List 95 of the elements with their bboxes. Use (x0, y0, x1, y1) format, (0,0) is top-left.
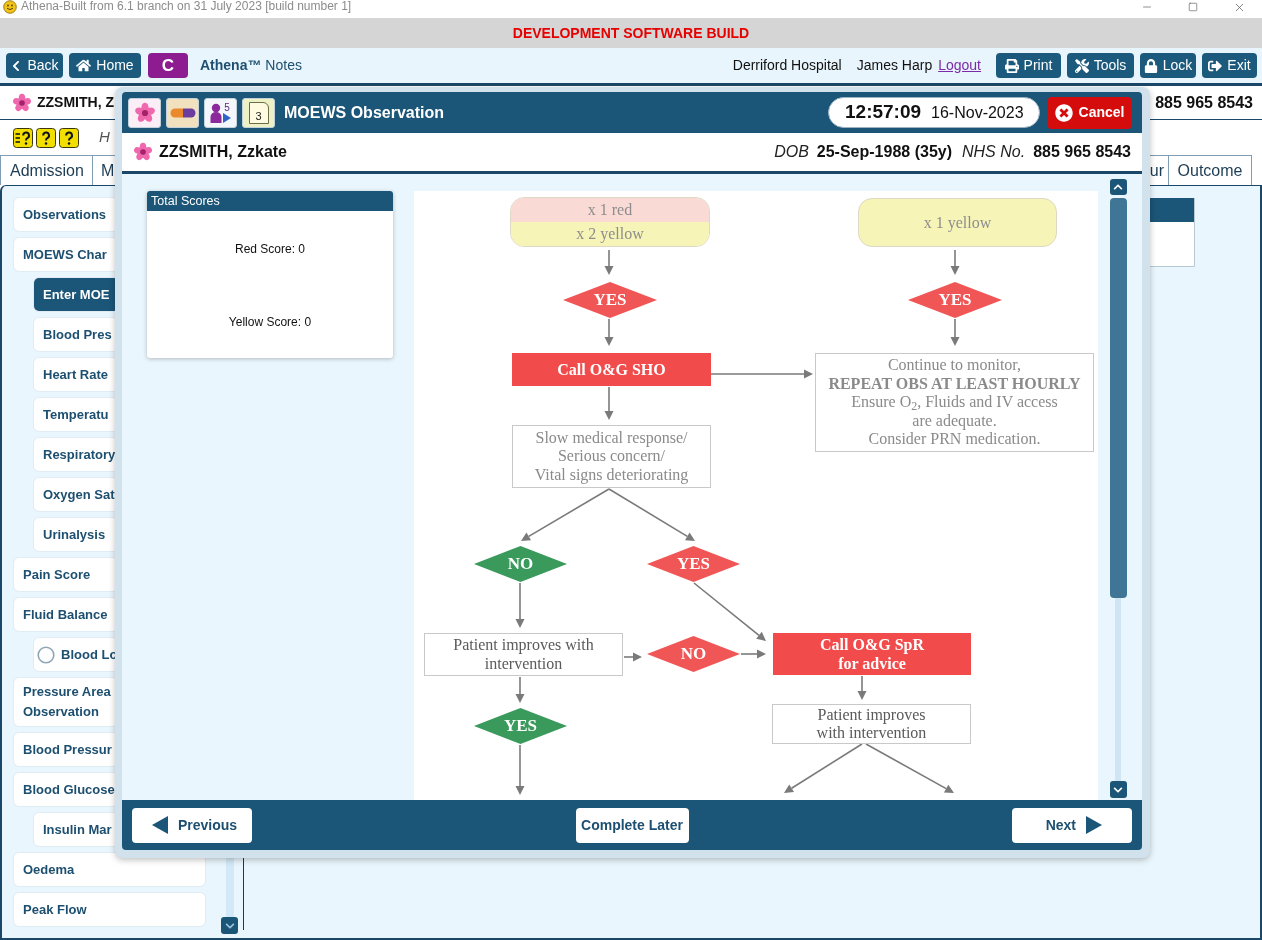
maximize-icon (1188, 2, 1198, 12)
sidebar-item[interactable]: Blood Pressur (14, 733, 118, 766)
condition-segment: x 1 red (511, 198, 709, 222)
dialog-title: MOEWS Observation (284, 102, 445, 123)
exit-icon (1208, 58, 1223, 73)
flower-icon (12, 92, 32, 113)
print-button[interactable]: Print (996, 53, 1061, 78)
flower-button[interactable] (128, 97, 161, 128)
printer-icon (1004, 58, 1019, 73)
action-box: Call O&G SHO (512, 353, 711, 386)
time-text: 12:57:09 (845, 100, 922, 125)
complete-later-button[interactable]: Complete Later (575, 807, 689, 843)
hospital-name: Derriford Hospital (732, 56, 842, 75)
patient-name: ZZSMITH, Zzkate (159, 142, 287, 162)
action-box: Call O&G SpR for advice (773, 633, 971, 675)
list-help-icon[interactable] (13, 127, 33, 148)
condition-segment: x 2 yellow (511, 222, 709, 246)
exit-button[interactable]: Exit (1202, 53, 1257, 78)
score-text: Red Score: 0 (234, 241, 305, 257)
flow-arrow (623, 652, 642, 662)
previous-button[interactable]: Previous (132, 807, 252, 843)
app-title: Athena™ Notes (200, 56, 302, 75)
app-logo-icon (3, 0, 17, 14)
triangle-left-icon (152, 816, 168, 834)
dob-value: 25-Sep-1988 (35y) (816, 142, 952, 162)
card-title: Total Scores (151, 192, 220, 210)
sidebar-item[interactable]: Pain Score (14, 558, 118, 591)
letter-button[interactable]: C (148, 53, 188, 78)
count-label: 5 (224, 102, 230, 113)
sidebar-item[interactable]: Peak Flow (14, 893, 205, 926)
flower-icon (133, 101, 156, 124)
sidebar-item[interactable]: Observations (14, 198, 118, 231)
sidebar-item[interactable]: Fluid Balance (14, 598, 118, 631)
flow-arrow (515, 582, 525, 628)
logout-link[interactable]: Logout (938, 55, 981, 76)
scrollbar-thumb[interactable] (1109, 198, 1127, 598)
panel-card-header (1150, 198, 1194, 222)
home-button[interactable]: Home (69, 53, 141, 78)
radio-icon[interactable] (37, 645, 55, 664)
sidebar-item[interactable]: Pressure Area Observation (14, 678, 118, 726)
people-button[interactable]: 5 (204, 97, 237, 128)
cancel-button[interactable]: Cancel (1048, 96, 1131, 129)
medication-button[interactable] (166, 97, 199, 128)
info-text: H (99, 127, 110, 148)
scroll-down-button[interactable] (221, 917, 238, 934)
flow-arrow (857, 675, 867, 700)
tools-button[interactable]: Tools (1067, 53, 1134, 78)
help-icon[interactable] (36, 127, 56, 148)
flowchart-box: Continue to monitor, REPEAT OBS AT LEAST HOURLY Ensure O$_{2}$, Fluids and IV access are adequate. Consider PRN medication. (815, 353, 1094, 452)
help-icon[interactable] (59, 127, 79, 148)
play-icon (223, 112, 231, 123)
home-icon (76, 58, 92, 73)
window-title: Athena-Built from 6.1 branch on 31 July 2023 [build number 1] (21, 0, 352, 13)
lock-icon (1143, 58, 1158, 73)
note-page: 3 (248, 101, 269, 124)
flower-icon (133, 142, 153, 162)
flow-arrow (604, 249, 614, 275)
flow-arrow (515, 676, 525, 703)
chevron-down-icon (1113, 784, 1123, 795)
flow-arrow (515, 744, 525, 795)
note-button[interactable]: 3 (242, 97, 275, 128)
nhs-number: 885 965 8543 (1155, 92, 1253, 113)
date-text: 16-Nov-2023 (931, 102, 1024, 123)
flowchart-box: Patient improves with intervention (772, 704, 971, 744)
flow-arrow (604, 386, 614, 420)
back-button[interactable]: Back (6, 53, 63, 78)
tools-icon (1074, 58, 1089, 73)
dob-label: DOB (774, 142, 809, 162)
scroll-up-button[interactable] (1109, 179, 1127, 195)
triangle-right-icon (1086, 816, 1102, 834)
person-icon (210, 102, 222, 123)
flowchart-box: Patient improves with intervention (424, 633, 623, 676)
nhs-number: 885 965 8543 (1033, 142, 1131, 162)
condition-box: x 1 yellow (858, 198, 1057, 247)
flow-arrow (740, 649, 766, 659)
sidebar-item[interactable]: Oedema (14, 853, 205, 886)
flow-arrow (950, 318, 960, 346)
tab[interactable]: Outcome (1168, 155, 1252, 185)
flowchart-box: Slow medical response/ Serious concern/ Vital signs deteriorating (512, 425, 711, 488)
capsule-icon (169, 107, 196, 118)
lock-button[interactable]: Lock (1140, 53, 1196, 78)
score-text: Yellow Score: 0 (228, 314, 312, 330)
chevron-up-icon (1113, 182, 1123, 192)
sidebar-item[interactable]: MOEWS Char (14, 238, 118, 271)
chevron-down-icon (224, 920, 235, 931)
banner-text: DEVELOPMENT SOFTWARE BUILD (512, 23, 750, 43)
user-name: James Harp (856, 56, 933, 75)
flow-arrow (950, 249, 960, 275)
patient-name: ZZSMITH, Z (37, 93, 114, 112)
nhs-label: NHS No. (962, 142, 1026, 162)
scroll-down-button[interactable] (1109, 781, 1127, 798)
sidebar-item[interactable]: Blood Glucose (14, 773, 118, 806)
flow-arrow (604, 318, 614, 346)
next-button[interactable]: Next (1012, 807, 1132, 843)
tab[interactable]: Admission (0, 155, 93, 185)
